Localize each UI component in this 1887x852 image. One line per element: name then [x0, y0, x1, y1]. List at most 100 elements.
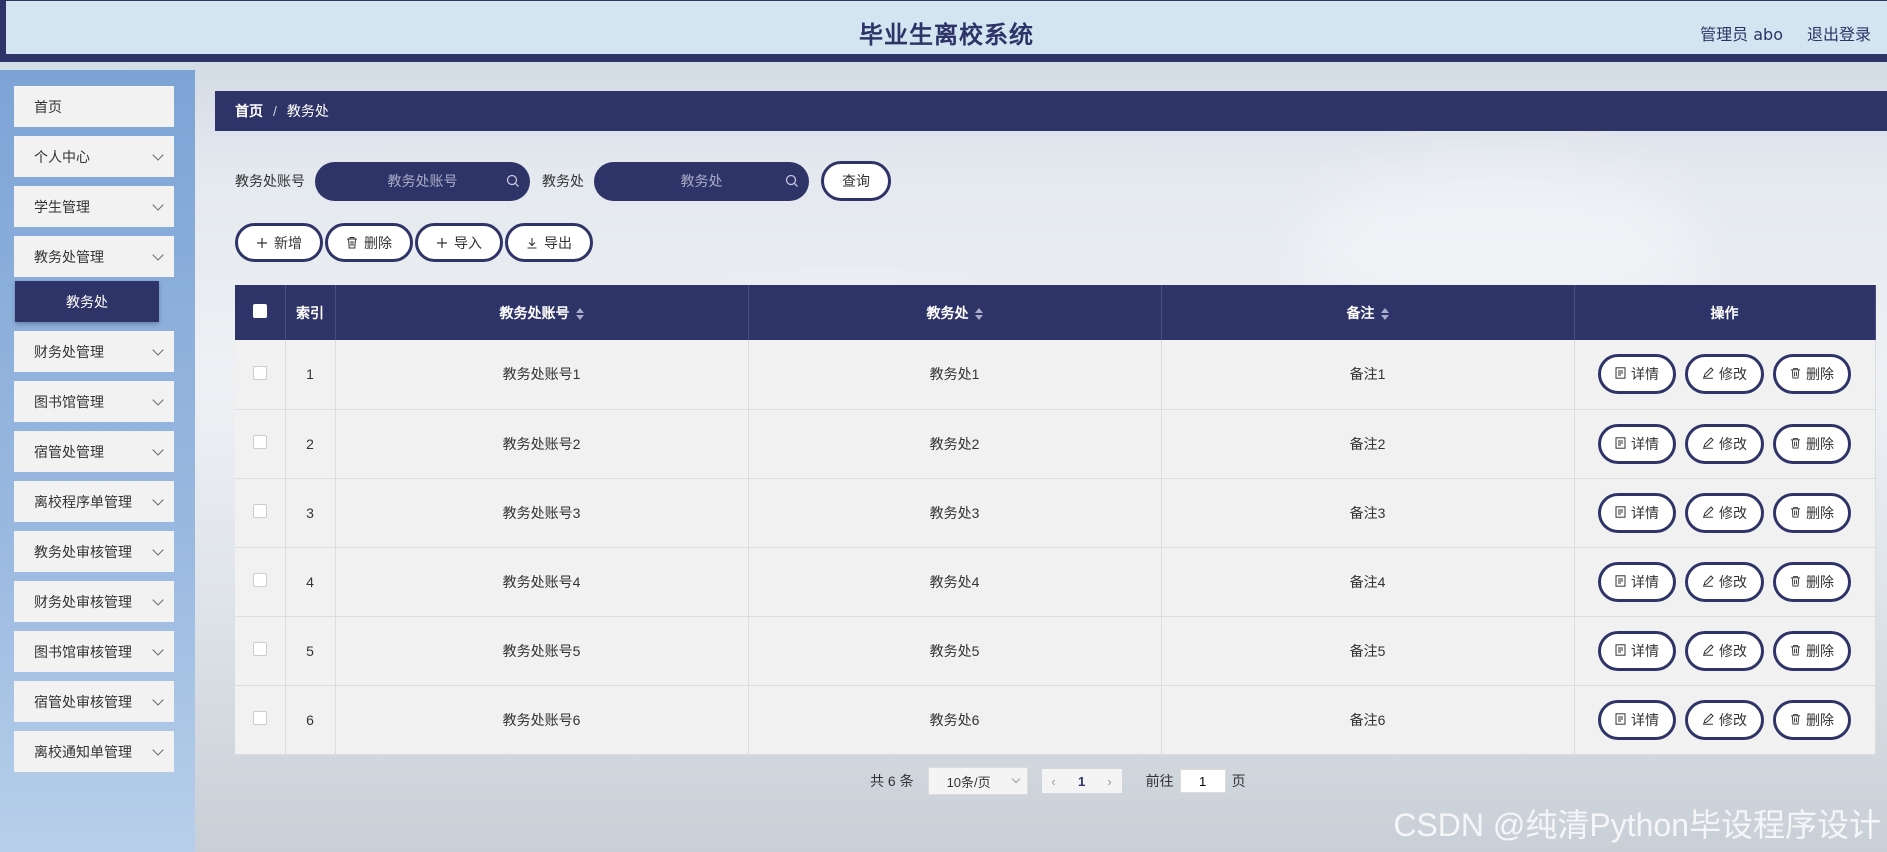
- col-header-remark[interactable]: 备注: [1161, 285, 1575, 340]
- sidebar-item[interactable]: 宿管处审核管理: [14, 681, 174, 722]
- document-icon: [1615, 505, 1626, 521]
- col-header-account[interactable]: 教务处账号: [335, 285, 749, 340]
- edit-button[interactable]: 修改: [1685, 492, 1764, 533]
- pencil-icon: [1702, 436, 1714, 452]
- sidebar-item[interactable]: 个人中心: [14, 136, 174, 177]
- search-icon: [785, 174, 798, 187]
- pencil-icon: [1702, 505, 1714, 521]
- name-search-box: [594, 161, 809, 201]
- detail-button[interactable]: 详情: [1598, 630, 1676, 671]
- row-checkbox[interactable]: [252, 642, 267, 656]
- row-checkbox[interactable]: [252, 435, 267, 449]
- row-select-cell: [235, 616, 286, 686]
- chevron-down-icon: [1011, 774, 1020, 784]
- chevron-down-icon: [152, 593, 164, 606]
- edit-button-label: 修改: [1719, 642, 1747, 659]
- page-size-select[interactable]: 10条/页: [927, 767, 1028, 795]
- document-icon: [1615, 436, 1626, 452]
- row-checkbox[interactable]: [252, 504, 267, 518]
- sidebar-item[interactable]: 图书馆管理: [14, 381, 174, 422]
- sidebar-item[interactable]: 学生管理: [14, 186, 174, 227]
- breadcrumb-separator: /: [273, 103, 277, 119]
- sidebar-item[interactable]: 财务处审核管理: [14, 581, 174, 622]
- row-checkbox[interactable]: [252, 365, 267, 380]
- chevron-down-icon: [152, 743, 164, 756]
- detail-button[interactable]: 详情: [1598, 492, 1676, 533]
- delete-button-label: 删除: [364, 234, 392, 251]
- row-delete-button[interactable]: 删除: [1773, 561, 1851, 602]
- goto-page-input[interactable]: [1179, 769, 1226, 793]
- sidebar-item[interactable]: 教务处管理: [14, 236, 174, 277]
- breadcrumb-home[interactable]: 首页: [235, 101, 263, 121]
- chevron-down-icon: [152, 493, 164, 506]
- logout-link[interactable]: 退出登录: [1807, 21, 1871, 45]
- sidebar-item[interactable]: 宿管处管理: [14, 431, 174, 472]
- sidebar-item-label: 宿管处管理: [34, 443, 104, 460]
- sidebar-item[interactable]: 教务处审核管理: [14, 531, 174, 572]
- pager: ‹ 1 ›: [1041, 769, 1122, 793]
- trash-icon: [1790, 574, 1801, 590]
- edit-button[interactable]: 修改: [1685, 699, 1764, 740]
- export-button[interactable]: 导出: [505, 223, 593, 262]
- prev-page-icon[interactable]: ‹: [1042, 774, 1066, 789]
- import-button[interactable]: 导入: [415, 223, 503, 262]
- sidebar-item[interactable]: 财务处管理: [14, 331, 174, 372]
- row-checkbox[interactable]: [252, 711, 267, 725]
- cell-index: 3: [285, 478, 336, 548]
- table-row: 2 教务处账号2 教务处2 备注2 详情 修改 删除: [235, 409, 1876, 479]
- row-delete-button[interactable]: 删除: [1773, 492, 1851, 533]
- detail-button[interactable]: 详情: [1598, 561, 1676, 602]
- chevron-down-icon: [152, 248, 164, 261]
- row-checkbox[interactable]: [252, 573, 267, 587]
- sidebar-item[interactable]: 离校程序单管理: [14, 481, 174, 522]
- delete-button[interactable]: 删除: [325, 223, 413, 262]
- edit-button[interactable]: 修改: [1685, 630, 1764, 671]
- sidebar-item-label: 离校程序单管理: [34, 493, 132, 510]
- edit-button-label: 修改: [1719, 711, 1747, 728]
- edit-button[interactable]: 修改: [1685, 354, 1764, 395]
- cell-name: 教务处5: [748, 616, 1162, 686]
- col-header-name[interactable]: 教务处: [748, 285, 1162, 340]
- name-search-input[interactable]: [594, 161, 809, 201]
- sort-icon[interactable]: [974, 307, 983, 320]
- detail-button-label: 详情: [1631, 504, 1659, 521]
- row-delete-button[interactable]: 删除: [1773, 630, 1851, 671]
- sort-icon[interactable]: [575, 307, 584, 320]
- cell-remark: 备注3: [1161, 478, 1575, 548]
- sidebar-item[interactable]: 图书馆审核管理: [14, 631, 174, 672]
- query-button[interactable]: 查询: [821, 161, 891, 201]
- detail-button[interactable]: 详情: [1598, 354, 1676, 395]
- sort-icon[interactable]: [1380, 307, 1389, 320]
- row-delete-button[interactable]: 删除: [1773, 699, 1851, 740]
- row-delete-button[interactable]: 删除: [1773, 354, 1851, 395]
- row-delete-button-label: 删除: [1806, 711, 1834, 728]
- add-button[interactable]: 新增: [235, 223, 323, 262]
- select-all-checkbox[interactable]: [252, 304, 267, 318]
- detail-button[interactable]: 详情: [1598, 423, 1676, 464]
- detail-button-label: 详情: [1631, 711, 1659, 728]
- user-label: 管理员 abo: [1700, 25, 1783, 44]
- detail-button[interactable]: 详情: [1598, 699, 1676, 740]
- sidebar-item-label: 宿管处审核管理: [34, 693, 132, 710]
- cell-account: 教务处账号6: [335, 685, 749, 755]
- sidebar-subitem-active[interactable]: 教务处: [15, 281, 159, 322]
- account-search-input[interactable]: [315, 161, 530, 201]
- action-toolbar: 新增 删除 导入 导出: [235, 223, 593, 262]
- pencil-icon: [1702, 643, 1714, 659]
- page-size-value: 10条/页: [946, 774, 991, 790]
- edit-button[interactable]: 修改: [1685, 561, 1764, 602]
- sidebar-item[interactable]: 离校通知单管理: [14, 731, 174, 772]
- cell-index: 5: [285, 616, 336, 686]
- cell-account: 教务处账号2: [335, 409, 749, 479]
- sidebar-item[interactable]: 首页: [14, 86, 174, 127]
- cell-operations: 详情 修改 删除: [1574, 409, 1876, 479]
- next-page-icon[interactable]: ›: [1098, 774, 1122, 789]
- row-delete-button[interactable]: 删除: [1773, 423, 1851, 464]
- detail-button-label: 详情: [1631, 435, 1659, 452]
- add-button-label: 新增: [274, 234, 302, 251]
- cell-operations: 详情 修改 删除: [1574, 340, 1876, 410]
- edit-button[interactable]: 修改: [1685, 423, 1764, 464]
- chevron-down-icon: [152, 643, 164, 656]
- current-page[interactable]: 1: [1066, 774, 1098, 789]
- document-icon: [1615, 574, 1626, 590]
